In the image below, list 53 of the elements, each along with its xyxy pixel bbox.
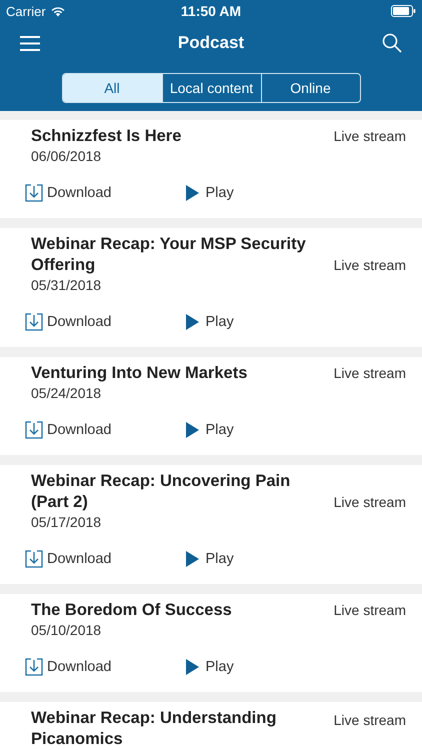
episode-date: 05/31/2018: [31, 276, 102, 295]
episode-card[interactable]: Venturing Into New Markets 05/24/2018 Live stream Download Play: [0, 357, 422, 455]
search-icon: [382, 33, 402, 53]
wifi-icon: [50, 6, 65, 16]
play-icon: [186, 185, 198, 201]
carrier-name: Carrier: [6, 4, 46, 18]
play-icon: [186, 659, 198, 675]
play-button[interactable]: Play: [186, 551, 234, 567]
episode-card[interactable]: Webinar Recap: Uncovering Pain (Part 2) 05/17/2018 Live stream Download Play: [0, 465, 422, 584]
download-icon: [25, 658, 43, 676]
status-time: 11:50 AM: [180, 3, 242, 19]
episode-title: Webinar Recap: Understanding Picanomics: [31, 708, 278, 750]
play-button[interactable]: Play: [186, 659, 234, 675]
episode-title: Venturing Into New Markets: [31, 363, 248, 384]
episode-card[interactable]: Schnizzfest Is Here 06/06/2018 Live stream Download Play: [0, 120, 422, 218]
episode-title: The Boredom Of Success: [31, 600, 233, 621]
filter-tab[interactable]: Local content: [162, 74, 260, 102]
download-button[interactable]: Download: [25, 421, 112, 439]
source-label: Live stream: [334, 364, 406, 383]
download-icon: [25, 421, 43, 439]
episode-title: Webinar Recap: Your MSP Security Offering: [31, 234, 307, 276]
source-label: Live stream: [334, 256, 406, 275]
source-label: Live stream: [334, 711, 406, 730]
source-label: Live stream: [334, 493, 406, 512]
source-label: Live stream: [334, 127, 406, 146]
download-icon: [25, 313, 43, 331]
episode-title: Schnizzfest Is Here: [31, 126, 182, 147]
play-icon: [186, 422, 198, 438]
episode-date: 05/17/2018: [31, 513, 102, 532]
episode-card[interactable]: Webinar Recap: Understanding Picanomics Live stream: [0, 702, 422, 750]
play-button[interactable]: Play: [186, 185, 234, 201]
play-icon: [186, 314, 198, 330]
filter-tab[interactable]: Online: [260, 74, 360, 102]
play-button[interactable]: Play: [186, 422, 234, 438]
episode-title: Webinar Recap: Uncovering Pain (Part 2): [31, 471, 292, 513]
download-button[interactable]: Download: [25, 658, 112, 676]
episode-date: 05/10/2018: [31, 621, 102, 640]
download-button[interactable]: Download: [25, 313, 112, 331]
download-button[interactable]: Download: [25, 550, 112, 568]
play-button[interactable]: Play: [186, 314, 234, 330]
episode-card[interactable]: The Boredom Of Success 05/10/2018 Live stream Download Play: [0, 594, 422, 692]
play-icon: [186, 551, 198, 567]
filter-tab[interactable]: All: [62, 74, 162, 102]
download-button[interactable]: Download: [25, 184, 112, 202]
episode-card[interactable]: Webinar Recap: Your MSP Security Offering 05/31/2018 Live stream Download Play: [0, 228, 422, 347]
episode-date: 05/24/2018: [31, 384, 102, 403]
battery-icon: [391, 5, 416, 17]
source-label: Live stream: [334, 601, 406, 620]
menu-icon: [20, 36, 40, 50]
page-title: Podcast: [178, 33, 244, 53]
download-icon: [25, 550, 43, 568]
download-icon: [25, 184, 43, 202]
episode-date: 06/06/2018: [31, 147, 102, 166]
